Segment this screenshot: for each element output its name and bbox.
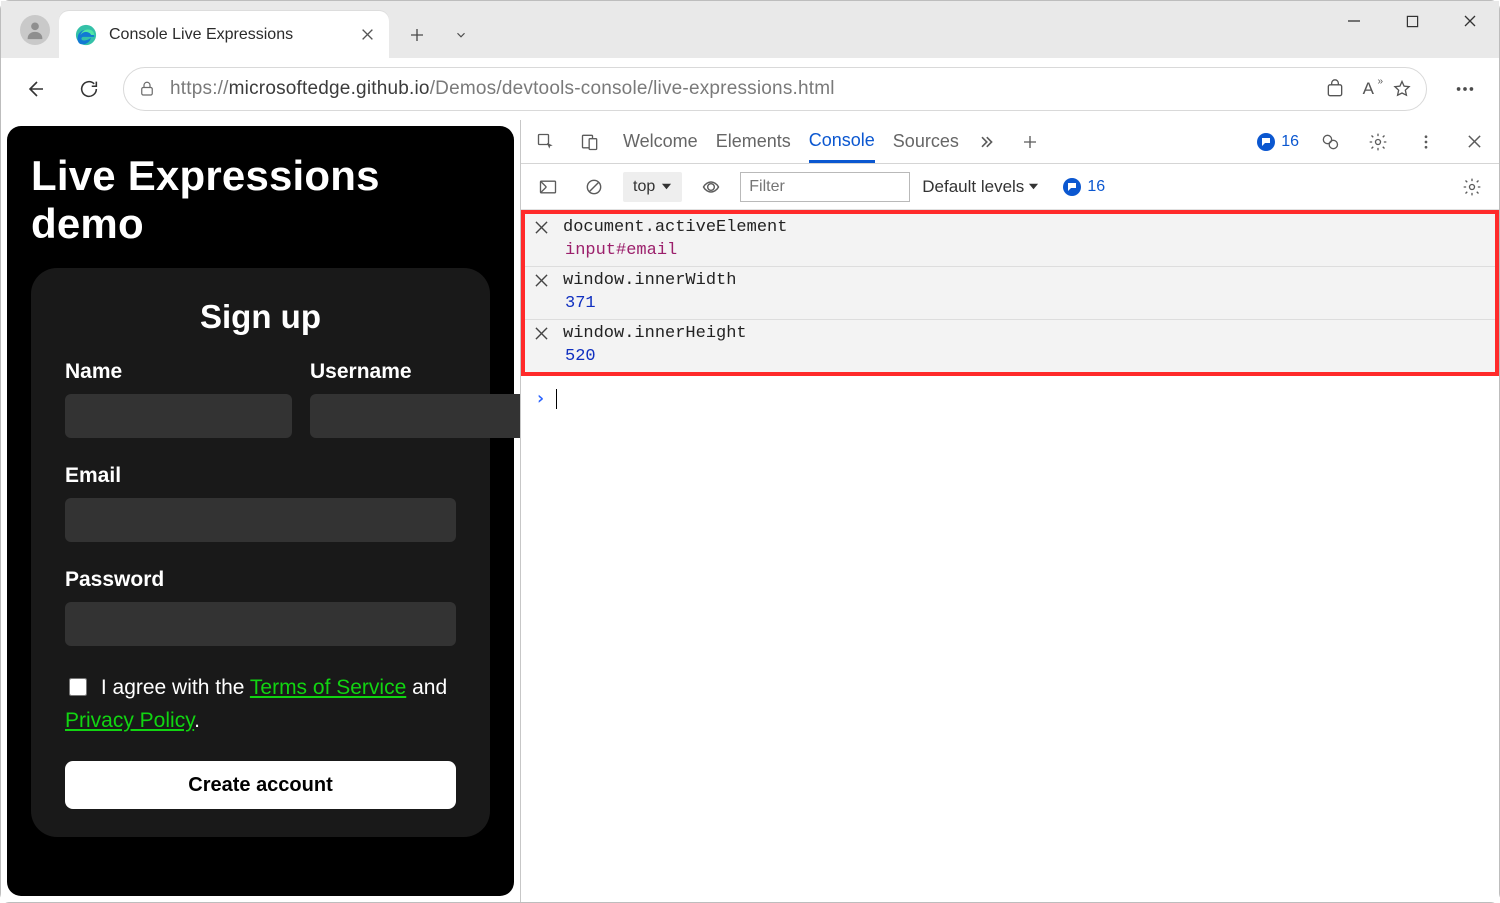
log-levels-dropdown[interactable]: Default levels bbox=[922, 177, 1039, 197]
url-host: microsoftedge.github.io bbox=[229, 78, 430, 99]
agree-text-3: . bbox=[194, 709, 200, 732]
tab-elements[interactable]: Elements bbox=[716, 120, 791, 163]
agree-text-1: I agree with the bbox=[101, 676, 250, 699]
context-selector[interactable]: top bbox=[623, 172, 682, 202]
remove-expression-icon[interactable] bbox=[535, 221, 553, 239]
levels-label: Default levels bbox=[922, 177, 1024, 197]
window-controls bbox=[1325, 1, 1499, 41]
signup-form: Sign up Name Username Email Pa bbox=[31, 268, 490, 837]
tab-welcome[interactable]: Welcome bbox=[623, 120, 698, 163]
context-label: top bbox=[633, 178, 655, 196]
tab-title: Console Live Expressions bbox=[109, 26, 347, 44]
add-tab-icon[interactable] bbox=[1013, 125, 1047, 159]
live-expressions-region: document.activeElement input#email windo… bbox=[521, 210, 1499, 376]
tab-overflow-button[interactable] bbox=[443, 11, 479, 58]
demo-page: Live Expressions demo Sign up Name Usern… bbox=[7, 126, 514, 896]
tos-link[interactable]: Terms of Service bbox=[250, 676, 406, 699]
expression-code[interactable]: window.innerWidth bbox=[563, 271, 736, 290]
devtools-tab-bar: Welcome Elements Console Sources 16 bbox=[521, 120, 1499, 164]
console-settings-icon[interactable] bbox=[1455, 170, 1489, 204]
devtools-more-icon[interactable] bbox=[1409, 125, 1443, 159]
window-titlebar: Console Live Expressions bbox=[1, 1, 1499, 58]
email-label: Email bbox=[65, 464, 456, 488]
device-toolbar-icon[interactable] bbox=[573, 125, 607, 159]
username-label: Username bbox=[310, 360, 520, 384]
console-issues-count: 16 bbox=[1087, 178, 1105, 196]
profile-button[interactable] bbox=[11, 1, 59, 58]
window-maximize-button[interactable] bbox=[1383, 1, 1441, 41]
clear-console-icon[interactable] bbox=[577, 170, 611, 204]
agree-line: I agree with the Terms of Service and Pr… bbox=[65, 672, 456, 737]
page-title: Live Expressions demo bbox=[31, 152, 490, 248]
agree-checkbox[interactable] bbox=[69, 678, 87, 696]
live-expression-row: window.innerWidth 371 bbox=[525, 267, 1495, 320]
live-expression-row: window.innerHeight 520 bbox=[525, 320, 1495, 372]
filter-input[interactable] bbox=[740, 172, 910, 202]
name-label: Name bbox=[65, 360, 292, 384]
form-title: Sign up bbox=[65, 298, 456, 336]
edge-icon bbox=[75, 24, 97, 46]
issues-button[interactable]: 16 bbox=[1257, 133, 1299, 151]
issues-count: 16 bbox=[1281, 133, 1299, 151]
favorite-icon[interactable] bbox=[1392, 79, 1412, 99]
agree-text-2: and bbox=[406, 676, 447, 699]
more-tabs-icon[interactable] bbox=[969, 125, 1003, 159]
browser-tab-active[interactable]: Console Live Expressions bbox=[59, 11, 389, 58]
avatar-icon bbox=[20, 15, 50, 45]
remove-expression-icon[interactable] bbox=[535, 327, 553, 345]
caret-icon bbox=[556, 389, 557, 409]
settings-menu-button[interactable] bbox=[1445, 69, 1485, 109]
username-input[interactable] bbox=[310, 394, 520, 438]
prompt-chevron-icon: › bbox=[535, 388, 546, 409]
address-bar[interactable]: https://microsoftedge.github.io/Demos/de… bbox=[123, 67, 1427, 111]
password-label: Password bbox=[65, 568, 456, 592]
window-minimize-button[interactable] bbox=[1325, 1, 1383, 41]
devtools-close-icon[interactable] bbox=[1457, 125, 1491, 159]
tab-close-button[interactable] bbox=[359, 27, 375, 43]
expression-code[interactable]: window.innerHeight bbox=[563, 324, 747, 343]
browser-toolbar: https://microsoftedge.github.io/Demos/de… bbox=[1, 58, 1499, 120]
back-button[interactable] bbox=[15, 69, 55, 109]
live-expression-row: document.activeElement input#email bbox=[525, 214, 1495, 267]
new-tab-button[interactable] bbox=[399, 11, 435, 58]
issues-chat-icon bbox=[1063, 178, 1081, 196]
settings-gear-icon[interactable] bbox=[1361, 125, 1395, 159]
url-path: /Demos/devtools-console/live-expressions… bbox=[430, 78, 835, 99]
email-input[interactable] bbox=[65, 498, 456, 542]
inspect-element-icon[interactable] bbox=[529, 125, 563, 159]
shopping-icon[interactable] bbox=[1325, 79, 1345, 99]
create-account-button[interactable]: Create account bbox=[65, 761, 456, 809]
privacy-link[interactable]: Privacy Policy bbox=[65, 709, 194, 732]
console-issues-button[interactable]: 16 bbox=[1063, 178, 1105, 196]
omnibox-actions: A» bbox=[1325, 79, 1412, 99]
expression-result: 520 bbox=[563, 347, 747, 366]
issues-chat-icon bbox=[1257, 133, 1275, 151]
expression-result: 371 bbox=[563, 294, 736, 313]
refresh-button[interactable] bbox=[69, 69, 109, 109]
read-aloud-icon[interactable]: A» bbox=[1363, 79, 1374, 99]
url-scheme: https:// bbox=[170, 78, 229, 99]
live-expression-icon[interactable] bbox=[694, 170, 728, 204]
console-input[interactable]: › bbox=[521, 376, 1499, 421]
expression-code[interactable]: document.activeElement bbox=[563, 218, 787, 237]
console-toolbar: top Default levels 16 bbox=[521, 164, 1499, 210]
tab-console[interactable]: Console bbox=[809, 120, 875, 163]
toggle-drawer-icon[interactable] bbox=[531, 170, 565, 204]
tab-sources[interactable]: Sources bbox=[893, 120, 959, 163]
remove-expression-icon[interactable] bbox=[535, 274, 553, 292]
expression-result: input#email bbox=[563, 241, 787, 260]
url-text: https://microsoftedge.github.io/Demos/de… bbox=[170, 78, 835, 100]
page-viewport: Live Expressions demo Sign up Name Usern… bbox=[1, 120, 520, 902]
name-input[interactable] bbox=[65, 394, 292, 438]
feedback-icon[interactable] bbox=[1313, 125, 1347, 159]
tabstrip-actions bbox=[389, 1, 479, 58]
password-input[interactable] bbox=[65, 602, 456, 646]
devtools-panel: Welcome Elements Console Sources 16 bbox=[520, 120, 1499, 902]
window-close-button[interactable] bbox=[1441, 1, 1499, 41]
site-info-icon[interactable] bbox=[138, 80, 156, 98]
